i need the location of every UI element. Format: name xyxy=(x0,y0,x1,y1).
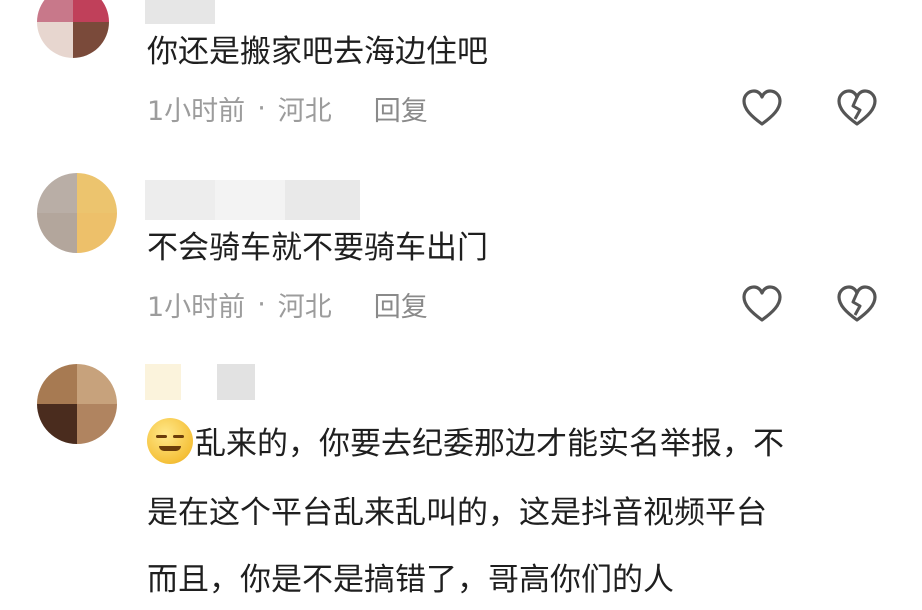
comment-item: 不会骑车就不要骑车出门 1小时前 · 河北 回复 xyxy=(0,160,922,350)
comment-text: 不会骑车就不要骑车出门 xyxy=(147,230,488,266)
comment-location: 河北 xyxy=(277,95,332,127)
comment-text-line: 乱来的，你要去纪委那边才能实名举报，不 xyxy=(147,414,784,474)
comment-text-line: 而且，你是不是搞错了，哥高你们的人 xyxy=(147,550,674,610)
username-redacted[interactable] xyxy=(145,0,215,24)
reply-button[interactable]: 回复 xyxy=(374,89,428,128)
comment-text: 乱来的，你要去纪委那边才能实名举报，不 xyxy=(195,426,784,462)
meta-separator: · xyxy=(257,288,266,320)
comment-meta: 1小时前 · 河北 回复 xyxy=(147,284,428,324)
comment-meta: 1小时前 · 河北 回复 xyxy=(147,88,428,128)
reply-button[interactable]: 回复 xyxy=(374,285,428,324)
dislike-broken-heart-icon[interactable] xyxy=(836,284,878,324)
comment-time: 1小时前 xyxy=(147,95,246,127)
meta-separator: · xyxy=(257,92,266,124)
comment-time: 1小时前 xyxy=(147,291,246,323)
avatar[interactable] xyxy=(37,173,117,253)
dislike-broken-heart-icon[interactable] xyxy=(836,88,878,128)
like-heart-icon[interactable] xyxy=(741,88,783,128)
comment-text: 而且，你是不是搞错了，哥高你们的人 xyxy=(147,562,674,598)
like-heart-icon[interactable] xyxy=(741,284,783,324)
username-redacted[interactable] xyxy=(145,364,255,400)
comment-item: 乱来的，你要去纪委那边才能实名举报，不 是在这个平台乱来乱叫的，这是抖音视频平台… xyxy=(0,350,922,598)
avatar[interactable] xyxy=(37,364,117,444)
avatar[interactable] xyxy=(37,0,109,58)
laugh-emoji-icon xyxy=(147,418,193,464)
username-redacted[interactable] xyxy=(145,180,360,220)
comment-text: 你还是搬家吧去海边住吧 xyxy=(147,34,488,70)
comment-text-line: 是在这个平台乱来乱叫的，这是抖音视频平台 xyxy=(147,495,767,531)
comment-item: 你还是搬家吧去海边住吧 1小时前 · 河北 回复 xyxy=(0,0,922,160)
comment-location: 河北 xyxy=(277,291,332,323)
